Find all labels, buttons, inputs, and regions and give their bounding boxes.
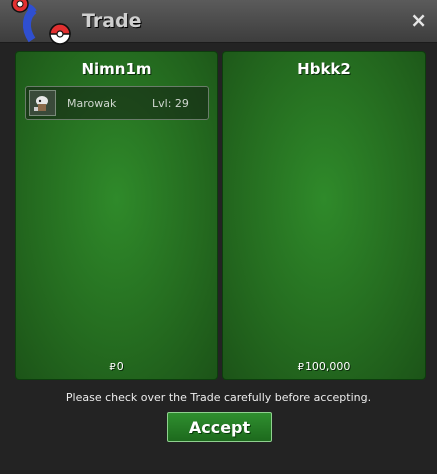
trade-item-slot[interactable]: Marowak Lvl: 29 xyxy=(25,86,209,120)
trade-notice: Please check over the Trade carefully be… xyxy=(65,391,372,404)
window-title: Trade xyxy=(82,10,142,32)
pokedollar-icon: ₽ xyxy=(297,362,304,373)
close-icon[interactable]: × xyxy=(410,9,427,31)
my-money-value: 0 xyxy=(116,360,124,373)
partner-offer-panel: Hbkk2 ₽100,000 xyxy=(222,51,426,380)
title-bar[interactable]: Trade × xyxy=(0,0,437,45)
partner-money-value: 100,000 xyxy=(304,360,351,373)
marowak-sprite-icon xyxy=(29,90,56,116)
pokedollar-icon: ₽ xyxy=(109,362,116,373)
trade-window: Trade × Nimn1m Marowak Lvl: 29 ₽0 Hbkk2 … xyxy=(0,0,437,474)
partner-money: ₽100,000 xyxy=(223,360,425,373)
my-money: ₽0 xyxy=(16,360,217,373)
partner-player-name: Hbkk2 xyxy=(297,60,351,78)
my-offer-panel: Nimn1m Marowak Lvl: 29 ₽0 xyxy=(15,51,218,380)
pokeball-logo-icon xyxy=(11,0,71,45)
my-player-name: Nimn1m xyxy=(81,60,152,78)
accept-button[interactable]: Accept xyxy=(167,412,272,442)
item-name: Marowak xyxy=(67,97,117,110)
item-level: Lvl: 29 xyxy=(152,97,189,110)
